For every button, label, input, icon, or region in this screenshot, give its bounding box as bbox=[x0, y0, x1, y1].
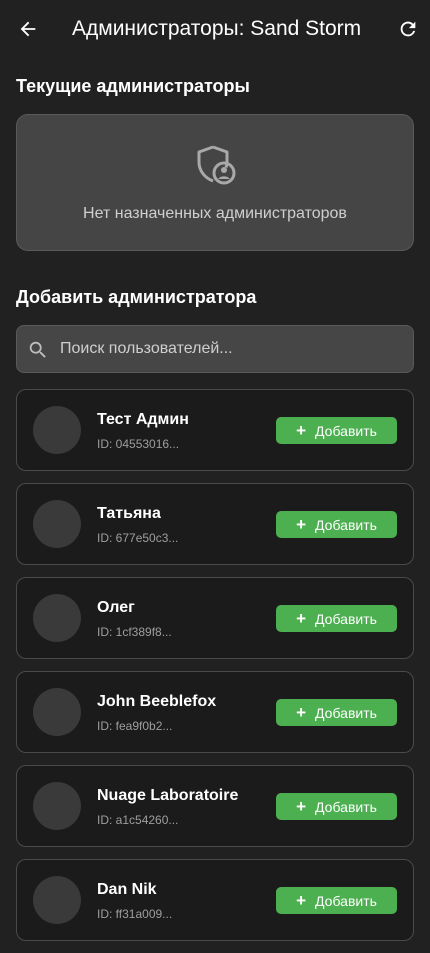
refresh-button[interactable] bbox=[394, 15, 422, 43]
user-id: ID: a1c54260... bbox=[97, 813, 179, 827]
user-id: ID: fea9f0b2... bbox=[97, 719, 173, 733]
add-user-button[interactable]: + Добавить bbox=[276, 417, 397, 444]
plus-icon: + bbox=[296, 796, 307, 816]
add-button-label: Добавить bbox=[315, 892, 377, 909]
plus-icon: + bbox=[296, 890, 307, 910]
user-card: Тест Админ ID: 04553016... + Добавить bbox=[16, 389, 414, 471]
user-name: Татьяна bbox=[97, 505, 161, 522]
add-user-button[interactable]: + Добавить bbox=[276, 793, 397, 820]
search-input[interactable] bbox=[60, 326, 400, 372]
add-user-button[interactable]: + Добавить bbox=[276, 605, 397, 632]
user-name: Dan Nik bbox=[97, 881, 157, 898]
user-card: Dan Nik ID: ff31a009... + Добавить bbox=[16, 859, 414, 941]
add-button-label: Добавить bbox=[315, 704, 377, 721]
app-bar: Администраторы: Sand Storm bbox=[0, 0, 430, 58]
add-button-label: Добавить bbox=[315, 422, 377, 439]
avatar bbox=[33, 500, 81, 548]
user-card: John Beeblefox ID: fea9f0b2... + Добавит… bbox=[16, 671, 414, 753]
plus-icon: + bbox=[296, 514, 307, 534]
add-user-button[interactable]: + Добавить bbox=[276, 699, 397, 726]
add-admin-title: Добавить администратора bbox=[16, 287, 257, 307]
plus-icon: + bbox=[296, 608, 307, 628]
avatar bbox=[33, 688, 81, 736]
user-name: Тест Админ bbox=[97, 411, 189, 428]
page-title: Администраторы: Sand Storm bbox=[72, 17, 362, 40]
admin-shield-icon bbox=[197, 145, 236, 185]
add-button-label: Добавить bbox=[315, 610, 377, 627]
user-id: ID: 04553016... bbox=[97, 437, 180, 451]
add-user-button[interactable]: + Добавить bbox=[276, 511, 397, 538]
user-id: ID: 677e50c3... bbox=[97, 531, 179, 545]
search-icon bbox=[29, 341, 46, 358]
user-id: ID: ff31a009... bbox=[97, 907, 173, 921]
back-button[interactable] bbox=[14, 15, 42, 43]
user-name: John Beeblefox bbox=[97, 693, 217, 710]
avatar bbox=[33, 406, 81, 454]
add-button-label: Добавить bbox=[315, 516, 377, 533]
user-name: Олег bbox=[97, 599, 135, 616]
user-name: Nuage Laboratoire bbox=[97, 787, 239, 804]
avatar bbox=[33, 594, 81, 642]
current-admins-title: Текущие администраторы bbox=[16, 76, 250, 96]
user-card: Nuage Laboratoire ID: a1c54260... + Доба… bbox=[16, 765, 414, 847]
empty-admins-card: Нет назначенных администраторов bbox=[16, 114, 414, 251]
arrow-back-icon bbox=[20, 21, 36, 37]
add-button-label: Добавить bbox=[315, 798, 377, 815]
refresh-icon bbox=[400, 21, 416, 37]
empty-admins-message: Нет назначенных администраторов bbox=[83, 205, 347, 222]
user-card: Олег ID: 1cf389f8... + Добавить bbox=[16, 577, 414, 659]
add-user-button[interactable]: + Добавить bbox=[276, 887, 397, 914]
search-box bbox=[16, 325, 414, 373]
plus-icon: + bbox=[296, 702, 307, 722]
user-card: Татьяна ID: 677e50c3... + Добавить bbox=[16, 483, 414, 565]
avatar bbox=[33, 876, 81, 924]
user-id: ID: 1cf389f8... bbox=[97, 625, 172, 639]
user-list: Тест Админ ID: 04553016... + Добавить Та… bbox=[16, 389, 414, 953]
avatar bbox=[33, 782, 81, 830]
plus-icon: + bbox=[296, 420, 307, 440]
